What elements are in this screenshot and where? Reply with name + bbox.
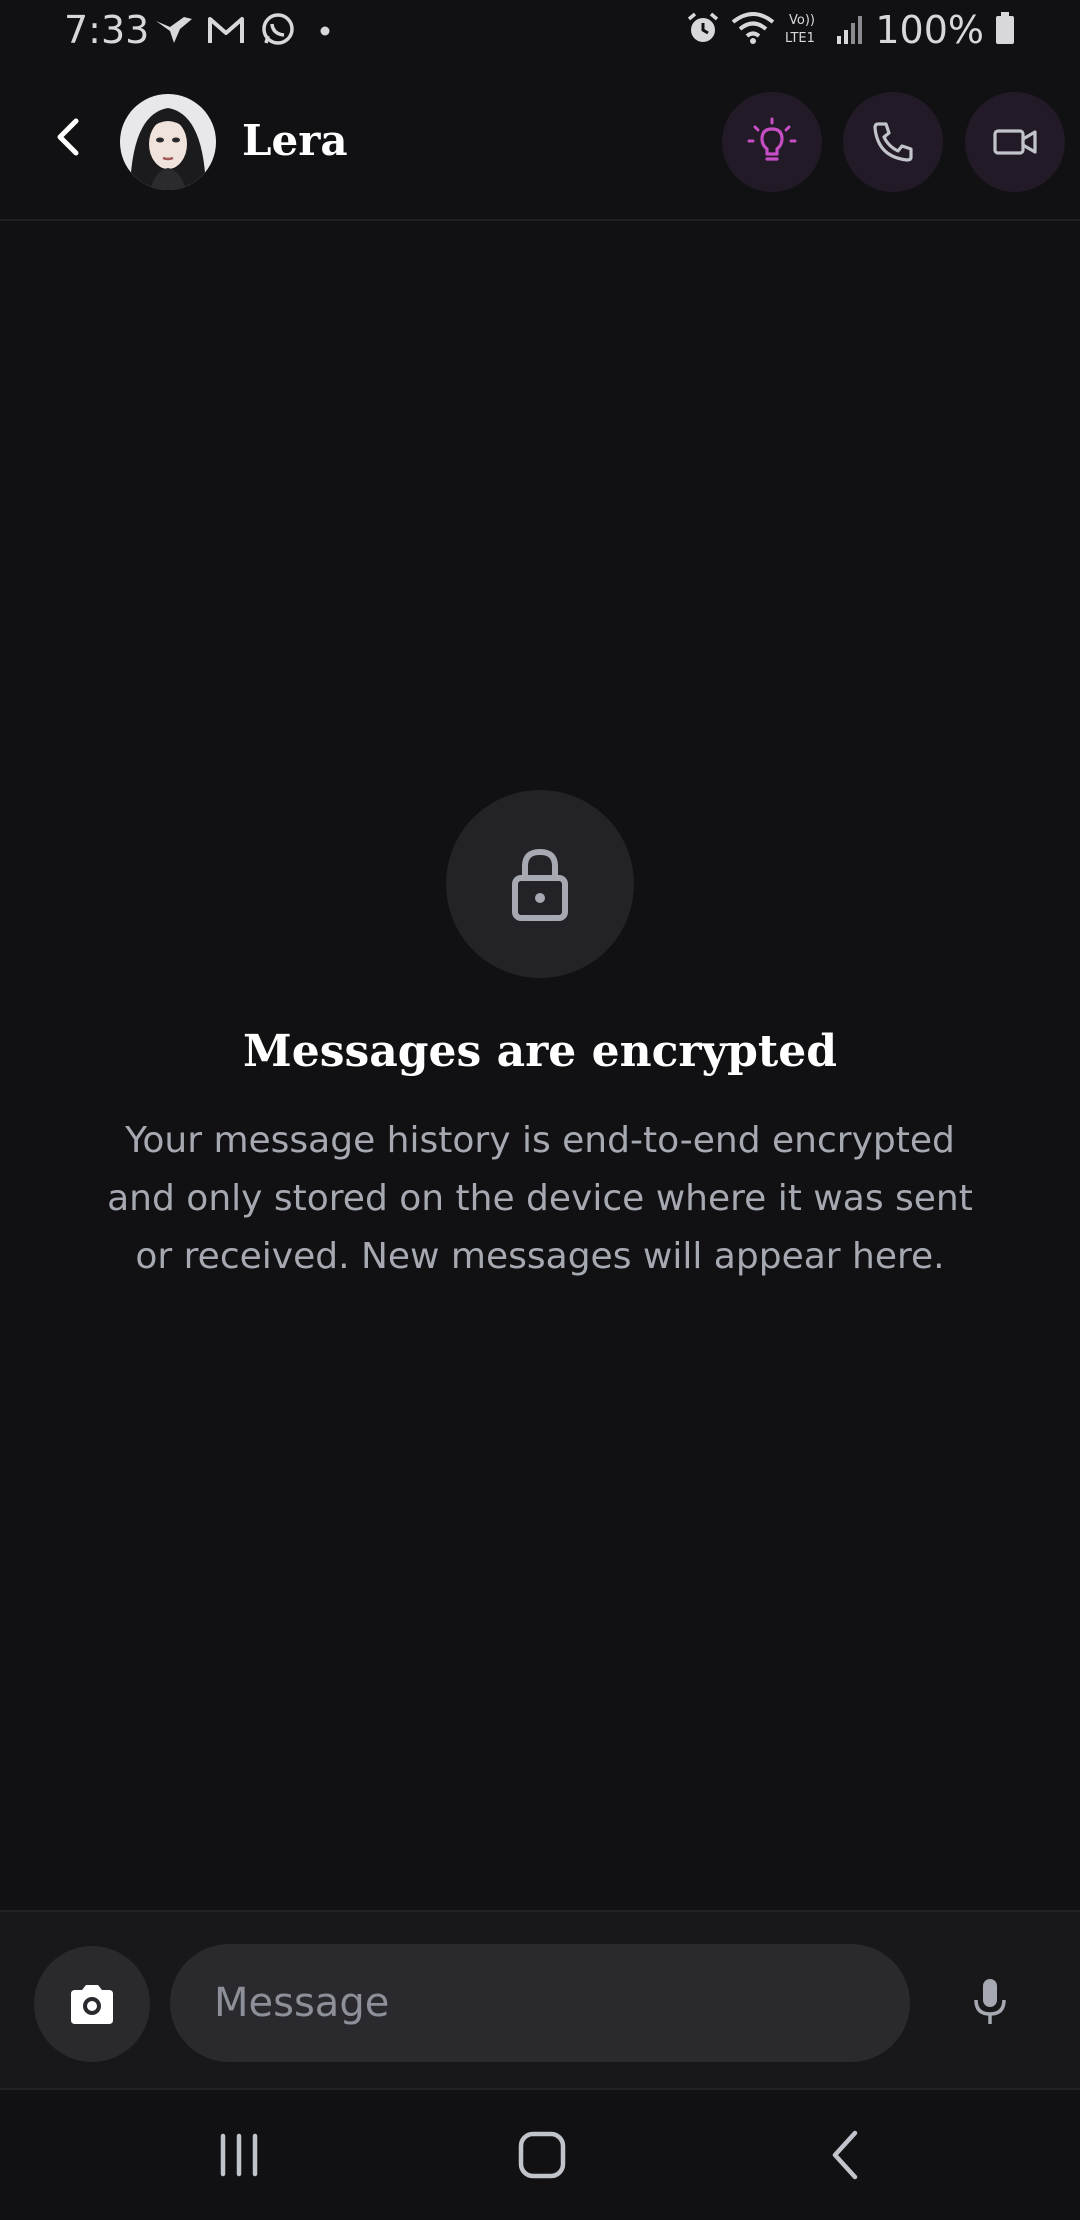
- empty-state-title: Messages are encrypted: [243, 1026, 837, 1077]
- chat-header: Lera: [0, 66, 1080, 221]
- microphone-button[interactable]: [950, 1962, 1030, 2042]
- notification-icons: [154, 12, 340, 48]
- home-button[interactable]: [497, 2120, 587, 2190]
- camera-button[interactable]: [34, 1946, 150, 2062]
- alarm-icon: [685, 10, 721, 50]
- hint-button[interactable]: [722, 92, 822, 192]
- home-icon: [518, 2131, 566, 2179]
- video-call-button[interactable]: [965, 92, 1065, 192]
- phone-icon: [873, 122, 913, 162]
- back-button[interactable]: [40, 110, 94, 164]
- dot-icon: [310, 13, 340, 47]
- bird-notification-icon: [154, 13, 194, 47]
- camera-icon: [71, 1985, 113, 2024]
- microphone-icon: [974, 1979, 1006, 2024]
- system-navigation-bar: [0, 2090, 1080, 2220]
- svg-text:LTE1: LTE1: [785, 31, 815, 46]
- whatsapp-icon: [258, 12, 298, 48]
- chevron-left-icon: [57, 118, 79, 156]
- status-bar: 7:33 Vo)) LTE1 100%: [0, 0, 1080, 66]
- contact-name[interactable]: Lera: [242, 116, 348, 165]
- recents-icon: [220, 2133, 258, 2177]
- system-status-icons: Vo)) LTE1 100%: [685, 8, 1016, 52]
- signal-icon: [835, 10, 865, 50]
- message-composer: [0, 1910, 1080, 2090]
- system-back-button[interactable]: [800, 2120, 890, 2190]
- empty-state-description: Your message history is end-to-end encry…: [107, 1120, 973, 1277]
- voice-call-button[interactable]: [843, 92, 943, 192]
- wifi-icon: [731, 10, 775, 50]
- gmail-icon: [206, 13, 246, 47]
- battery-percentage: 100%: [875, 8, 984, 52]
- contact-avatar[interactable]: [120, 94, 216, 190]
- message-input[interactable]: [170, 1944, 910, 2062]
- lock-badge: [446, 790, 634, 978]
- lock-icon: [512, 848, 568, 921]
- recents-button[interactable]: [194, 2120, 284, 2190]
- lightbulb-icon: [747, 117, 797, 161]
- back-icon: [832, 2130, 858, 2180]
- battery-icon: [994, 10, 1016, 50]
- video-camera-icon: [993, 129, 1037, 155]
- status-time: 7:33: [64, 8, 150, 52]
- svg-text:Vo)): Vo)): [789, 13, 815, 28]
- volte-lte-icon: Vo)) LTE1: [785, 10, 825, 50]
